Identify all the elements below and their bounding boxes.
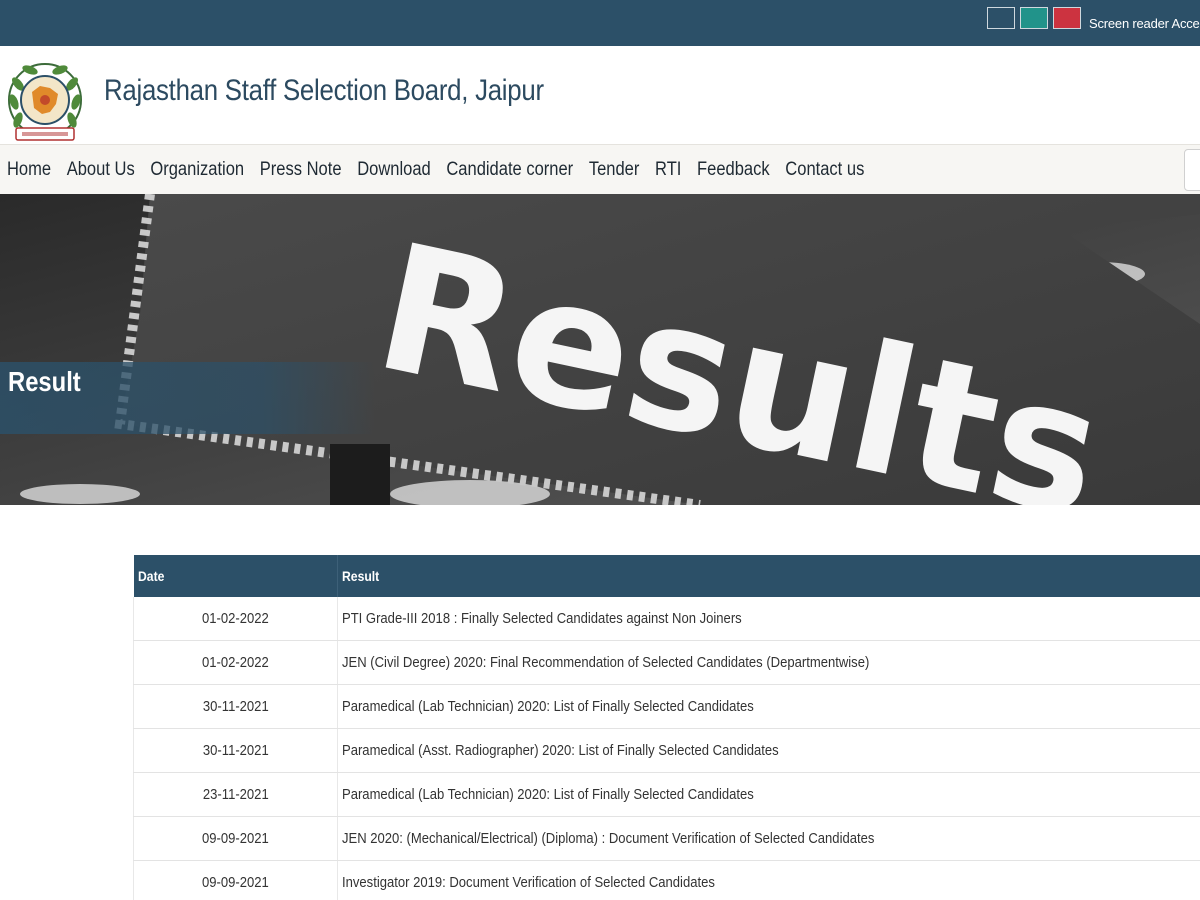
row-date: 09-09-2021	[133, 816, 338, 861]
row-date: 23-11-2021	[133, 772, 338, 817]
page-title: Result	[8, 366, 81, 397]
table-row: 01-02-2022 JEN (Civil Degree) 2020: Fina…	[133, 640, 1200, 685]
table-header-row: Date Result	[133, 555, 1200, 597]
site-title: Rajasthan Staff Selection Board, Jaipur	[104, 74, 544, 107]
column-header-result: Result	[337, 555, 1200, 597]
nav-contact-us[interactable]: Contact us	[778, 159, 873, 181]
row-date: 30-11-2021	[133, 684, 338, 729]
results-sign-image: Results	[0, 194, 1200, 505]
nav-feedback[interactable]: Feedback	[690, 159, 778, 181]
nav-organization[interactable]: Organization	[143, 159, 252, 181]
result-link[interactable]: JEN 2020: (Mechanical/Electrical) (Diplo…	[337, 816, 1200, 861]
nav-press-note[interactable]: Press Note	[253, 159, 350, 181]
theme-teal-button[interactable]	[1020, 7, 1048, 29]
table-row: 30-11-2021 Paramedical (Asst. Radiograph…	[133, 728, 1200, 773]
table-row: 09-09-2021 Investigator 2019: Document V…	[133, 860, 1200, 900]
table-row: 01-02-2022 PTI Grade-III 2018 : Finally …	[133, 597, 1200, 641]
result-link[interactable]: Paramedical (Lab Technician) 2020: List …	[337, 772, 1200, 817]
result-link[interactable]: Paramedical (Lab Technician) 2020: List …	[337, 684, 1200, 729]
nav-download[interactable]: Download	[350, 159, 439, 181]
top-bar: Screen reader Access	[0, 0, 1200, 46]
screen-reader-access-link[interactable]: Screen reader Access	[1089, 16, 1200, 31]
table-row: 09-09-2021 JEN 2020: (Mechanical/Electri…	[133, 816, 1200, 861]
results-table: Date Result 01-02-2022 PTI Grade-III 201…	[133, 555, 1200, 900]
nav-home[interactable]: Home	[0, 159, 60, 181]
result-link[interactable]: Investigator 2019: Document Verification…	[337, 860, 1200, 900]
site-header: Rajasthan Staff Selection Board, Jaipur	[0, 46, 1200, 144]
nav-candidate-corner[interactable]: Candidate corner	[439, 159, 581, 181]
main-nav: Home About Us Organization Press Note Do…	[0, 144, 1200, 195]
column-header-date: Date	[133, 555, 338, 597]
row-date: 01-02-2022	[133, 597, 338, 641]
table-row: 23-11-2021 Paramedical (Lab Technician) …	[133, 772, 1200, 817]
nav-tender[interactable]: Tender	[582, 159, 648, 181]
result-link[interactable]: JEN (Civil Degree) 2020: Final Recommend…	[337, 640, 1200, 685]
nav-rti[interactable]: RTI	[648, 159, 690, 181]
theme-red-button[interactable]	[1053, 7, 1081, 29]
nav-about-us[interactable]: About Us	[60, 159, 144, 181]
row-date: 01-02-2022	[133, 640, 338, 685]
theme-dark-button[interactable]	[987, 7, 1015, 29]
result-link[interactable]: Paramedical (Asst. Radiographer) 2020: L…	[337, 728, 1200, 773]
row-date: 09-09-2021	[133, 860, 338, 900]
result-link[interactable]: PTI Grade-III 2018 : Finally Selected Ca…	[337, 597, 1200, 641]
results-banner: Results Result	[0, 194, 1200, 505]
search-input[interactable]	[1184, 149, 1200, 191]
table-row: 30-11-2021 Paramedical (Lab Technician) …	[133, 684, 1200, 729]
row-date: 30-11-2021	[133, 728, 338, 773]
